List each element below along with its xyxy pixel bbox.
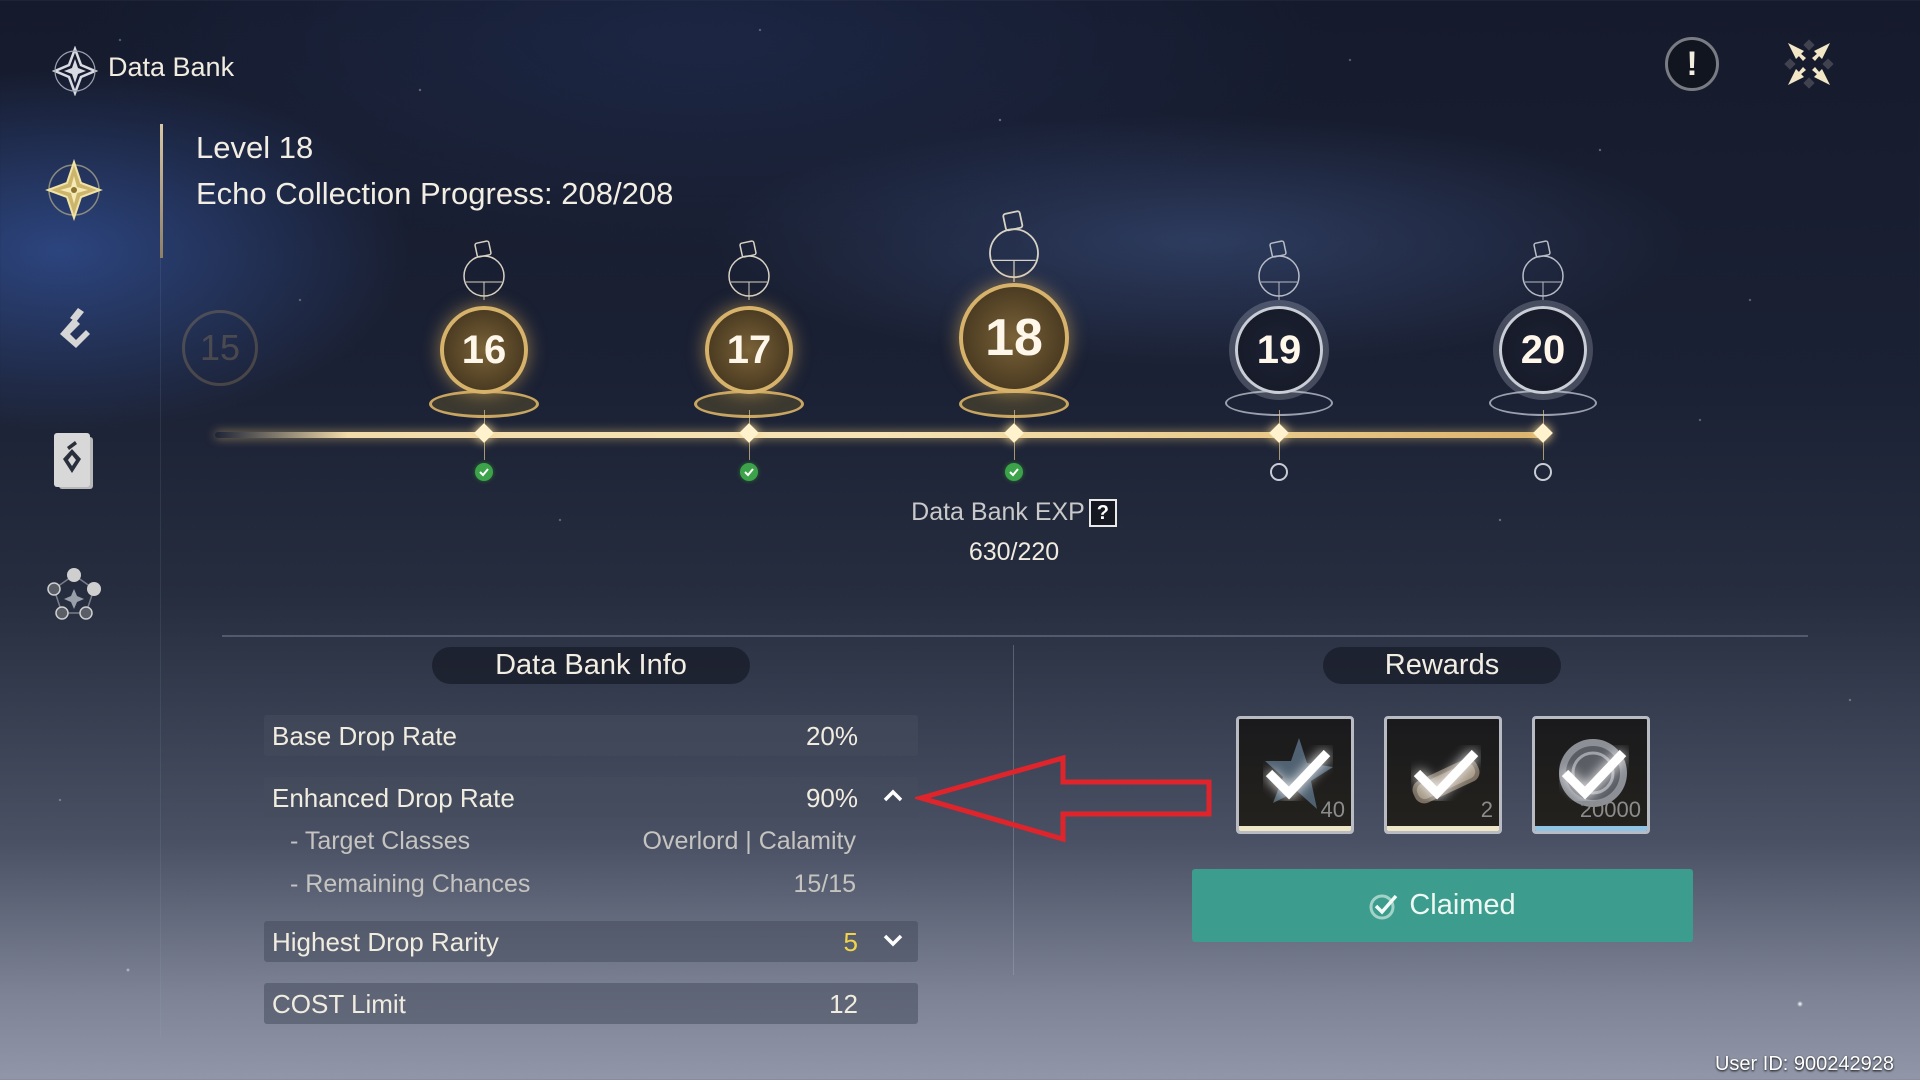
level-ring: 20 [1499,306,1587,394]
exp-label-text: Data Bank EXP [911,498,1085,526]
claimed-check-icon [475,463,493,481]
track-star-icon [1004,423,1024,443]
claimed-label: Claimed [1409,889,1516,921]
echo-collection-progress: Echo Collection Progress: 208/208 [196,176,674,211]
user-id: User ID: 900242928 [1714,1053,1894,1075]
row-label: - Target Classes [290,827,471,855]
sidebar-item-sonata[interactable] [44,565,104,625]
row-value: 20% [805,721,858,751]
section-accent-line [160,124,163,258]
level-ring: 17 [705,306,793,394]
sidebar-divider [160,258,161,1038]
echo-glyph-icon [60,308,90,348]
flask-icon [728,240,770,300]
exclamation-icon: ! [1686,44,1698,83]
unclaimed-circle-icon [1534,463,1552,481]
rarity-bar [1239,826,1351,831]
level-node-17[interactable]: 17 [689,220,809,460]
reward-tile-shell-credit[interactable]: 20000 [1532,716,1650,834]
section-divider [222,635,1808,637]
row-cost-limit: COST Limit 12 [264,983,918,1024]
level-node-20[interactable]: 20 [1483,220,1603,460]
card-deck-icon [54,433,93,489]
level-text: Level 18 [196,130,314,165]
row-label: Base Drop Rate [272,721,457,751]
row-value: Overlord | Calamity [642,827,857,855]
track-star-icon [1533,423,1553,443]
sidebar-item-cards[interactable] [44,432,104,492]
track-star-icon [739,423,759,443]
reward-tile-star-shard[interactable]: 40 [1236,716,1354,834]
info-section-title: Data Bank Info [432,647,750,684]
claimed-check-icon [1561,749,1627,800]
reward-qty: 40 [1320,797,1345,822]
sidebar-item-data-bank[interactable] [44,158,104,222]
level-node-16[interactable]: 16 [424,220,544,460]
claimed-check-icon [740,463,758,481]
exp-value: 630/220 [968,538,1060,566]
row-remaining-chances: - Remaining Chances 15/15 [290,870,856,899]
level-ring: 18 [959,283,1069,393]
row-value: 12 [829,989,858,1019]
exp-label: Data Bank EXP? [0,498,1920,528]
chevron-up-icon[interactable] [878,781,908,811]
level-node-18[interactable]: 18 [954,210,1074,460]
red-arrow-annotation [915,755,1212,843]
row-highest-drop-rarity[interactable]: Highest Drop Rarity 5 [264,921,918,962]
reward-qty: 20000 [1579,797,1641,822]
row-label: - Remaining Chances [290,870,531,898]
data-bank-emblem-icon [45,158,103,222]
level-ring: 19 [1235,306,1323,394]
close-button[interactable] [1782,37,1836,91]
flask-icon [463,240,505,300]
info-button[interactable]: ! [1665,37,1719,91]
data-bank-emblem-icon [52,46,98,96]
chevron-down-icon[interactable] [878,925,908,955]
claimed-check-icon [1005,463,1023,481]
row-enhanced-drop-rate[interactable]: Enhanced Drop Rate 90% [264,777,918,818]
claimed-check-icon [1265,749,1331,800]
claimed-button[interactable]: Claimed [1192,869,1693,942]
row-label: Enhanced Drop Rate [272,783,515,813]
row-value: 90% [805,783,858,813]
level-ring: 16 [440,306,528,394]
level-progress-track [215,432,1545,438]
rewards-section-title: Rewards [1323,647,1561,684]
level-ring: 15 [182,310,258,386]
track-star-icon [474,423,494,443]
rarity-bar [1535,826,1647,831]
row-label: COST Limit [272,989,406,1019]
row-target-classes: - Target Classes Overlord | Calamity [290,827,856,856]
row-label: Highest Drop Rarity [272,927,499,957]
rarity-bar [1387,826,1499,831]
flask-icon [1258,240,1300,300]
level-node-19[interactable]: 19 [1219,220,1339,460]
unclaimed-circle-icon [1270,463,1288,481]
close-icon [1784,39,1834,89]
row-value: 15/15 [793,870,856,898]
sidebar-item-echo[interactable] [44,298,104,358]
row-value: 5 [843,927,858,957]
app-title: Data Bank [108,52,235,82]
level-node-15-faded: 15 [182,300,272,420]
check-circle-icon [1369,894,1398,919]
help-icon[interactable]: ? [1088,499,1117,528]
constellation-icon [47,568,101,620]
claimed-check-icon [1413,749,1479,800]
track-star-icon [1269,423,1289,443]
reward-qty: 2 [1480,797,1493,822]
flask-icon [989,210,1039,282]
row-base-drop-rate: Base Drop Rate 20% [264,715,918,756]
reward-tile-scroll[interactable]: 2 [1384,716,1502,834]
flask-icon [1522,240,1564,300]
